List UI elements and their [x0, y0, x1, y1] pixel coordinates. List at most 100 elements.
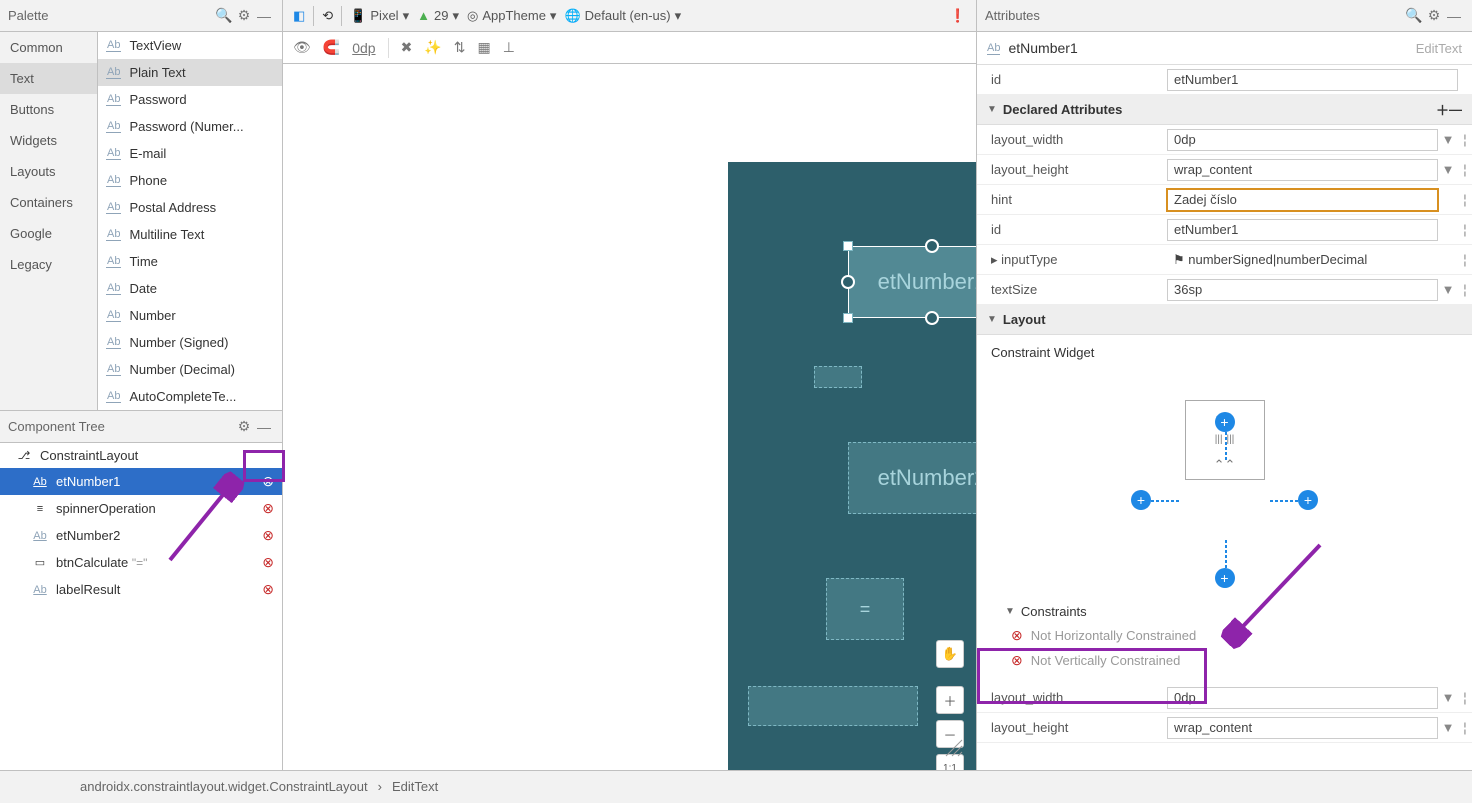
palette-category[interactable]: Google: [0, 218, 97, 249]
gear-icon[interactable]: ⚙: [234, 418, 254, 435]
attr-input[interactable]: [1167, 717, 1438, 739]
palette-category[interactable]: Common: [0, 32, 97, 63]
palette-category[interactable]: Buttons: [0, 94, 97, 125]
canvas-widget[interactable]: etNumber1: [848, 246, 976, 318]
palette-item[interactable]: AbNumber (Signed): [98, 329, 282, 356]
palette-item[interactable]: AbPlain Text: [98, 59, 282, 86]
zoom-in-button[interactable]: ＋: [936, 686, 964, 714]
gear-icon[interactable]: ⚙: [234, 7, 254, 24]
canvas-widget[interactable]: [748, 686, 918, 726]
api-dropdown[interactable]: ▲ 29 ▾: [417, 8, 459, 24]
palette-category[interactable]: Legacy: [0, 249, 97, 280]
palette-header: Palette 🔍 ⚙ —: [0, 0, 282, 32]
palette-item[interactable]: AbPassword: [98, 86, 282, 113]
minimize-icon[interactable]: —: [254, 419, 274, 435]
attributes-title: Attributes: [985, 8, 1404, 23]
tree-item[interactable]: AblabelResult⊗: [0, 576, 282, 603]
layout-section[interactable]: ▼Layout: [977, 305, 1472, 335]
clear-constraints-icon[interactable]: ✖: [401, 39, 413, 56]
pack-icon[interactable]: ⇅: [454, 39, 466, 56]
attr-input[interactable]: [1167, 687, 1438, 709]
eye-icon[interactable]: 👁: [293, 39, 311, 56]
constraint-widget-label: Constraint Widget: [991, 345, 1458, 360]
locale-dropdown[interactable]: 🌐 Default (en-us) ▾: [564, 8, 681, 24]
resize-grip-icon[interactable]: [944, 738, 964, 758]
palette-item[interactable]: AbE-mail: [98, 140, 282, 167]
text-icon: Ab: [106, 147, 121, 160]
attr-row: textSize▼¦: [977, 275, 1472, 305]
minimize-icon[interactable]: —: [254, 8, 274, 24]
minimize-icon[interactable]: —: [1444, 8, 1464, 24]
design-canvas[interactable]: etNumber1etNumber2= ✋ ＋ － 1:1 ▣: [283, 64, 976, 770]
canvas-widget[interactable]: etNumber2: [848, 442, 976, 514]
palette-item[interactable]: AbPostal Address: [98, 194, 282, 221]
add-constraint-top[interactable]: +: [1215, 412, 1235, 432]
id-input[interactable]: [1167, 69, 1458, 91]
declared-attributes-section[interactable]: ▼Declared Attributes ＋ —: [977, 95, 1472, 125]
add-constraint-right[interactable]: +: [1298, 490, 1318, 510]
design-toolbar-2: 👁 🧲 0dp ✖ ✨ ⇅ ▦ ⊥: [283, 32, 976, 64]
search-icon[interactable]: 🔍: [1404, 7, 1424, 24]
text-icon: Ab: [106, 174, 121, 187]
palette-category[interactable]: Containers: [0, 187, 97, 218]
attr-row: id¦: [977, 215, 1472, 245]
constraint-warning: ⊗Not Vertically Constrained: [991, 648, 1458, 673]
text-icon: Ab: [106, 66, 121, 79]
search-icon[interactable]: 🔍: [214, 7, 234, 24]
default-margin[interactable]: 0dp: [352, 40, 375, 56]
gear-icon[interactable]: ⚙: [1424, 7, 1444, 24]
design-toolbar: ◧ ⟲ 📱 Pixel ▾ ▲ 29 ▾ ◎ AppTheme ▾ 🌐 Defa…: [283, 0, 976, 32]
palette-item[interactable]: AbDate: [98, 275, 282, 302]
breadcrumb-root[interactable]: androidx.constraintlayout.widget.Constra…: [80, 779, 368, 794]
text-icon: Ab: [106, 390, 121, 403]
palette-item[interactable]: AbAutoCompleteTe...: [98, 383, 282, 410]
palette-category[interactable]: Widgets: [0, 125, 97, 156]
palette-item[interactable]: AbNumber: [98, 302, 282, 329]
device-dropdown[interactable]: 📱 Pixel ▾: [350, 8, 409, 24]
add-icon[interactable]: ＋: [1436, 100, 1449, 119]
text-icon: Ab: [106, 228, 121, 241]
palette-item[interactable]: AbPassword (Numer...: [98, 113, 282, 140]
palette-item[interactable]: AbMultiline Text: [98, 221, 282, 248]
canvas-widget[interactable]: [814, 366, 862, 388]
error-icon: ⊗: [262, 500, 274, 517]
palette-item[interactable]: AbTextView: [98, 32, 282, 59]
infer-constraints-icon[interactable]: ✨: [424, 39, 441, 56]
attr-id: id: [977, 65, 1472, 95]
canvas-widget[interactable]: =: [826, 578, 904, 640]
attr-input[interactable]: [1167, 159, 1438, 181]
breadcrumb-leaf[interactable]: EditText: [392, 779, 438, 794]
layout-icon: ⎇: [16, 449, 32, 462]
palette-category[interactable]: Text: [0, 63, 97, 94]
text-icon: Ab: [106, 282, 121, 295]
tree-root[interactable]: ⎇ConstraintLayout: [0, 443, 282, 468]
attr-input[interactable]: [1167, 279, 1438, 301]
text-icon: Ab: [106, 201, 121, 214]
align-icon[interactable]: ▦: [477, 39, 490, 56]
attr-input[interactable]: [1167, 129, 1438, 151]
text-icon: Ab: [106, 309, 121, 322]
attr-row: layout_height▼¦: [977, 155, 1472, 185]
theme-dropdown[interactable]: ◎ AppTheme ▾: [467, 8, 556, 24]
add-constraint-left[interactable]: +: [1131, 490, 1151, 510]
palette-item[interactable]: AbTime: [98, 248, 282, 275]
magnet-icon[interactable]: 🧲: [323, 39, 340, 56]
orientation-icon[interactable]: ⟲: [322, 8, 333, 24]
palette-category[interactable]: Layouts: [0, 156, 97, 187]
text-icon: Ab: [106, 336, 121, 349]
error-icon: ⊗: [262, 527, 274, 544]
attributes-header: Attributes 🔍 ⚙ —: [977, 0, 1472, 32]
attributes-selected: Ab etNumber1 EditText: [977, 32, 1472, 65]
palette-item[interactable]: AbNumber (Decimal): [98, 356, 282, 383]
error-icon: ⊗: [1011, 652, 1023, 669]
error-icon: ⊗: [262, 473, 274, 490]
edittext-icon: Ab: [987, 42, 1000, 55]
remove-icon[interactable]: —: [1449, 102, 1462, 117]
palette-item[interactable]: AbPhone: [98, 167, 282, 194]
layers-icon[interactable]: ◧: [293, 8, 305, 24]
pan-button[interactable]: ✋: [936, 640, 964, 668]
attr-input[interactable]: [1167, 189, 1438, 211]
attr-input[interactable]: [1167, 219, 1438, 241]
error-icon[interactable]: ❗: [950, 8, 966, 24]
guideline-icon[interactable]: ⊥: [503, 39, 515, 56]
